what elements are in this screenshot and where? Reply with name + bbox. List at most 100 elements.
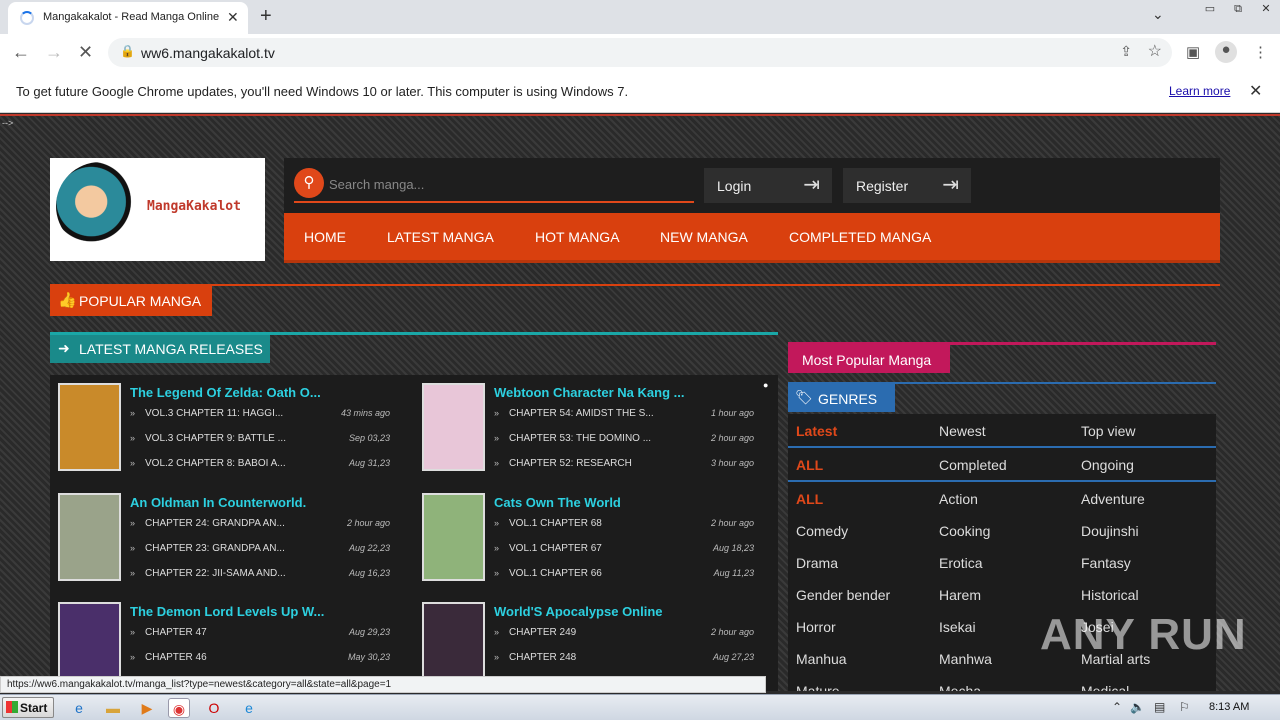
genre-link[interactable]: Manhua [796,651,847,667]
genre-link[interactable]: Cooking [939,523,990,539]
genre-link[interactable]: Drama [796,555,838,571]
genre-link[interactable]: Adventure [1081,491,1145,507]
genre-link[interactable]: Doujinshi [1081,523,1139,539]
genre-link[interactable]: Erotica [939,555,983,571]
genre-link[interactable]: Mature [796,683,840,691]
genre-link[interactable]: Action [939,491,978,507]
infobar-close-icon[interactable]: ✕ [1249,81,1262,101]
tray-expand-icon[interactable]: ⌃ [1112,700,1122,714]
chapter-name[interactable]: CHAPTER 47 [145,627,207,638]
genre-link[interactable]: Gender bender [796,587,890,603]
manga-title-link[interactable]: The Legend Of Zelda: Oath O... [130,385,321,400]
chapter-name[interactable]: CHAPTER 54: AMIDST THE S... [509,408,654,419]
close-tab-icon[interactable]: ✕ [227,9,239,26]
chapter-row[interactable]: » CHAPTER 52: RESEARCH 3 hour ago [494,458,754,472]
chapter-name[interactable]: CHAPTER 53: THE DOMINO ... [509,433,651,444]
genre-link[interactable]: Mecha [939,683,981,691]
explorer-folder-icon[interactable]: ▬ [102,698,124,718]
tab-search-icon[interactable]: ⌄ [1152,6,1164,23]
chapter-row[interactable]: » CHAPTER 249 2 hour ago [494,627,754,641]
genre-link[interactable]: ALL [796,491,823,507]
genre-link[interactable]: Fantasy [1081,555,1131,571]
browser-tab[interactable]: Mangakakalot - Read Manga Online F ✕ [8,2,248,34]
manga-title-link[interactable]: World'S Apocalypse Online [494,604,663,619]
ie-icon[interactable]: e [68,698,90,718]
chapter-row[interactable]: » VOL.3 CHAPTER 11: HAGGI... 43 mins ago [130,408,390,422]
address-bar[interactable]: 🔒 ww6.mangakakalot.tv ⇪ ☆ [108,38,1172,67]
forward-icon[interactable]: → [45,42,63,63]
chapter-row[interactable]: » CHAPTER 47 Aug 29,23 [130,627,390,641]
lock-icon[interactable]: 🔒 [120,44,135,58]
chapter-row[interactable]: » VOL.1 CHAPTER 66 Aug 11,23 [494,568,754,582]
share-icon[interactable]: ⇪ [1120,43,1132,60]
chapter-name[interactable]: CHAPTER 23: GRANDPA AN... [145,543,285,554]
manga-cover-image[interactable] [58,493,121,581]
chapter-row[interactable]: » CHAPTER 24: GRANDPA AN... 2 hour ago [130,518,390,532]
manga-title-link[interactable]: Webtoon Character Na Kang ... [494,385,684,400]
chapter-row[interactable]: » CHAPTER 46 May 30,23 [130,652,390,666]
chapter-name[interactable]: CHAPTER 249 [509,627,576,638]
chapter-row[interactable]: » VOL.2 CHAPTER 8: BABOI A... Aug 31,23 [130,458,390,472]
genre-link[interactable]: Isekai [939,619,976,635]
nav-latest-manga[interactable]: LATEST MANGA [387,229,494,245]
site-logo[interactable]: MangaKakalot [50,158,265,261]
manga-cover-image[interactable] [422,383,485,471]
chapter-row[interactable]: » CHAPTER 22: JII-SAMA AND... Aug 16,23 [130,568,390,582]
chapter-name[interactable]: CHAPTER 248 [509,652,576,663]
nav-hot-manga[interactable]: HOT MANGA [535,229,620,245]
menu-kebab-icon[interactable]: ⋮ [1253,43,1268,61]
genre-link[interactable]: Historical [1081,587,1139,603]
nav-completed-manga[interactable]: COMPLETED MANGA [789,229,931,245]
chapter-row[interactable]: » CHAPTER 53: THE DOMINO ... 2 hour ago [494,433,754,447]
chapter-row[interactable]: » VOL.3 CHAPTER 9: BATTLE ... Sep 03,23 [130,433,390,447]
edge-icon[interactable]: e [238,698,260,718]
search-box[interactable]: ⚲ Search manga... [294,168,694,203]
close-window-button[interactable]: ✕ [1252,0,1280,30]
side-panel-icon[interactable]: ▣ [1186,43,1200,61]
login-button[interactable]: Login ⇥ [704,168,832,203]
genre-link[interactable]: Top view [1081,423,1135,439]
new-tab-button[interactable]: + [260,5,272,28]
manga-title-link[interactable]: The Demon Lord Levels Up W... [130,604,324,619]
chapter-row[interactable]: » CHAPTER 54: AMIDST THE S... 1 hour ago [494,408,754,422]
learn-more-link[interactable]: Learn more [1169,84,1230,98]
genre-link[interactable]: Horror [796,619,836,635]
search-icon[interactable]: ⚲ [294,168,324,198]
chapter-name[interactable]: CHAPTER 24: GRANDPA AN... [145,518,285,529]
chapter-name[interactable]: VOL.1 CHAPTER 66 [509,568,602,579]
genre-link[interactable]: Manhwa [939,651,992,667]
chapter-name[interactable]: VOL.2 CHAPTER 8: BABOI A... [145,458,286,469]
chapter-name[interactable]: CHAPTER 46 [145,652,207,663]
chapter-row[interactable]: » CHAPTER 23: GRANDPA AN... Aug 22,23 [130,543,390,557]
chapter-name[interactable]: CHAPTER 52: RESEARCH [509,458,632,469]
chapter-name[interactable]: VOL.1 CHAPTER 68 [509,518,602,529]
start-button[interactable]: Start [2,697,54,718]
genre-link[interactable]: ALL [796,457,823,473]
nav-home[interactable]: HOME [304,229,346,245]
opera-icon[interactable]: O [203,698,225,718]
chapter-row[interactable]: » VOL.1 CHAPTER 67 Aug 18,23 [494,543,754,557]
stop-loading-icon[interactable]: ✕ [78,42,93,63]
chapter-name[interactable]: VOL.3 CHAPTER 11: HAGGI... [145,408,283,419]
nav-new-manga[interactable]: NEW MANGA [660,229,748,245]
media-player-icon[interactable]: ▶ [136,698,158,718]
chrome-icon[interactable]: ◉ [168,698,190,718]
register-button[interactable]: Register ⇥ [843,168,971,203]
restore-button[interactable]: ⧉ [1224,0,1252,30]
genre-link[interactable]: Completed [939,457,1007,473]
profile-avatar-icon[interactable]: ● [1215,41,1237,63]
manga-cover-image[interactable] [422,493,485,581]
volume-icon[interactable]: 🔈 [1130,700,1145,714]
chapter-name[interactable]: VOL.3 CHAPTER 9: BATTLE ... [145,433,286,444]
action-center-flag-icon[interactable]: ⚐ [1179,700,1190,714]
bookmark-star-icon[interactable]: ☆ [1148,41,1162,61]
manga-title-link[interactable]: An Oldman In Counterworld. [130,495,306,510]
search-input[interactable]: Search manga... [329,177,424,192]
manga-cover-image[interactable] [58,383,121,471]
chapter-name[interactable]: VOL.1 CHAPTER 67 [509,543,602,554]
minimize-button[interactable]: ▭ [1196,0,1224,30]
genre-link[interactable]: Newest [939,423,986,439]
chapter-row[interactable]: » VOL.1 CHAPTER 68 2 hour ago [494,518,754,532]
genre-link[interactable]: Latest [796,423,837,439]
back-icon[interactable]: ← [12,42,30,63]
